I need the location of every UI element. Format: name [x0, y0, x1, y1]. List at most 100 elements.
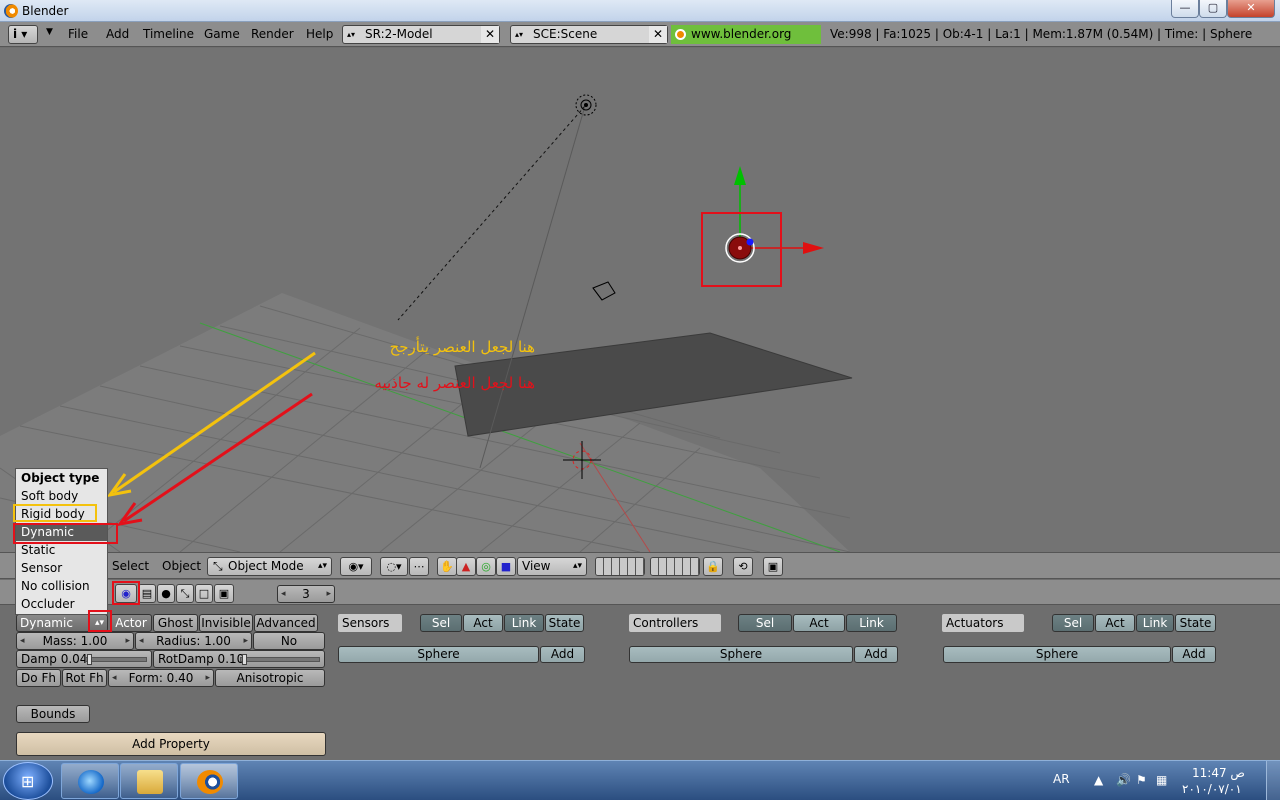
- delete-scene-icon[interactable]: ✕: [649, 26, 667, 43]
- link-button[interactable]: ⟲: [733, 557, 753, 576]
- sensors-state-toggle[interactable]: State: [545, 614, 584, 632]
- translate-button[interactable]: ▲: [456, 557, 476, 576]
- taskbar-explorer[interactable]: [120, 763, 178, 799]
- actor-toggle[interactable]: Actor: [110, 614, 152, 632]
- actuators-object-button[interactable]: Sphere: [943, 646, 1171, 663]
- window-titlebar: Blender — ▢ ✕: [0, 0, 1280, 22]
- network-icon[interactable]: ▦: [1156, 773, 1167, 787]
- rotdamp-slider[interactable]: RotDamp 0.10: [153, 650, 325, 668]
- delete-screen-icon[interactable]: ✕: [481, 26, 499, 43]
- 3d-viewport[interactable]: هنا لجعل العنصر يتأرجح هنا لجعل العنصر ل…: [0, 48, 1280, 552]
- controllers-object-button[interactable]: Sphere: [629, 646, 853, 663]
- frame-field[interactable]: 3: [277, 585, 335, 603]
- sensors-act-toggle[interactable]: Act: [463, 614, 503, 632]
- shading-panel-button[interactable]: ●: [157, 584, 175, 603]
- invisible-toggle[interactable]: Invisible: [199, 614, 253, 632]
- rot-fh-toggle[interactable]: Rot Fh: [62, 669, 107, 687]
- minimize-button[interactable]: —: [1171, 0, 1199, 18]
- collapse-menu-icon[interactable]: ▼: [46, 27, 53, 37]
- radius-field[interactable]: Radius: 1.00: [135, 632, 252, 650]
- blender-icon: [197, 770, 223, 794]
- menu-file[interactable]: File: [68, 27, 88, 41]
- scene-panel-button[interactable]: ▣: [214, 584, 234, 603]
- menu-help[interactable]: Help: [306, 27, 333, 41]
- window-type-selector[interactable]: i ▾: [8, 25, 38, 44]
- actuators-state-toggle[interactable]: State: [1175, 614, 1216, 632]
- script-panel-button[interactable]: ▤: [138, 584, 156, 603]
- screen-field[interactable]: ▴▾ SR:2-Model ✕: [342, 25, 500, 44]
- clock-time[interactable]: 11:47 ص: [1192, 766, 1245, 780]
- controllers-link-toggle[interactable]: Link: [846, 614, 897, 632]
- controllers-sel-toggle[interactable]: Sel: [738, 614, 792, 632]
- info-icon: i ▾: [13, 27, 28, 41]
- object-panel-button[interactable]: ⤡: [176, 584, 194, 603]
- rotate-button[interactable]: ◎: [476, 557, 496, 576]
- sensors-add-button[interactable]: Add: [540, 646, 585, 663]
- add-property-button[interactable]: Add Property: [16, 732, 326, 756]
- pivot-icon: ◌▾: [386, 560, 402, 573]
- camera-object[interactable]: [592, 281, 616, 301]
- scene-stats: Ve:998 | Fa:1025 | Ob:4-1 | La:1 | Mem:1…: [830, 27, 1253, 41]
- manipulator-toggle[interactable]: ✋: [437, 557, 457, 576]
- lamp-dashed-line: [397, 105, 586, 321]
- controllers-act-toggle[interactable]: Act: [793, 614, 845, 632]
- controllers-title: Controllers: [629, 614, 721, 632]
- layer-buttons-right[interactable]: [650, 557, 700, 576]
- draw-type-button[interactable]: ◉▾: [340, 557, 372, 576]
- show-hidden-icons-icon[interactable]: ▲: [1094, 773, 1103, 787]
- sensors-object-button[interactable]: Sphere: [338, 646, 539, 663]
- do-fh-toggle[interactable]: Do Fh: [16, 669, 61, 687]
- no-sleeping-toggle[interactable]: No sleeping: [253, 632, 325, 664]
- editing-panel-button[interactable]: □: [195, 584, 213, 603]
- actuators-add-button[interactable]: Add: [1172, 646, 1216, 663]
- controllers-add-button[interactable]: Add: [854, 646, 898, 663]
- align-button[interactable]: ⋯: [409, 557, 429, 576]
- start-button[interactable]: ⊞: [3, 762, 53, 800]
- maximize-button[interactable]: ▢: [1199, 0, 1227, 18]
- folder-icon: [137, 770, 163, 794]
- language-indicator[interactable]: AR: [1053, 772, 1070, 786]
- ghost-toggle[interactable]: Ghost: [153, 614, 198, 632]
- render-button[interactable]: ▣: [763, 557, 783, 576]
- volume-icon[interactable]: 🔊: [1116, 773, 1131, 787]
- close-button[interactable]: ✕: [1227, 0, 1275, 18]
- mass-field[interactable]: Mass: 1.00: [16, 632, 134, 650]
- internet-explorer-icon: [78, 770, 104, 794]
- form-field[interactable]: Form: 0.40: [108, 669, 214, 687]
- menu-option-soft-body[interactable]: Soft body: [16, 487, 107, 505]
- flag-icon[interactable]: ⚑: [1136, 773, 1147, 787]
- actuators-link-toggle[interactable]: Link: [1136, 614, 1174, 632]
- menu-select[interactable]: Select: [112, 559, 149, 573]
- sensors-sel-toggle[interactable]: Sel: [420, 614, 462, 632]
- bounds-toggle[interactable]: Bounds: [16, 705, 90, 723]
- menu-option-sensor[interactable]: Sensor: [16, 559, 107, 577]
- menu-option-no-collision[interactable]: No collision: [16, 577, 107, 595]
- pivot-button[interactable]: ◌▾: [380, 557, 408, 576]
- advanced-toggle[interactable]: Advanced: [254, 614, 318, 632]
- align-icon: ⋯: [413, 560, 425, 573]
- taskbar-ie[interactable]: [61, 763, 119, 799]
- view-selector[interactable]: View ▴▾: [517, 557, 587, 576]
- axis-icon: ⤡: [180, 587, 190, 600]
- clock-date[interactable]: ٢٠١٠/٠٧/٠١: [1182, 782, 1242, 796]
- menu-render[interactable]: Render: [251, 27, 294, 41]
- menu-object[interactable]: Object: [162, 559, 201, 573]
- actuators-sel-toggle[interactable]: Sel: [1052, 614, 1094, 632]
- rotdamp-slider-knob[interactable]: [242, 654, 247, 665]
- show-desktop-button[interactable]: [1266, 761, 1280, 800]
- taskbar-blender[interactable]: [180, 763, 238, 799]
- scene-field[interactable]: ▴▾ SCE:Scene ✕: [510, 25, 668, 44]
- menu-add[interactable]: Add: [106, 27, 129, 41]
- blender-url-link[interactable]: www.blender.org 249.2: [671, 25, 821, 60]
- layer-buttons-left[interactable]: [595, 557, 645, 576]
- scale-button[interactable]: ■: [496, 557, 516, 576]
- menu-game[interactable]: Game: [204, 27, 240, 41]
- actuators-act-toggle[interactable]: Act: [1095, 614, 1135, 632]
- mode-selector[interactable]: ⤡ Object Mode ▴▾: [207, 557, 332, 576]
- menu-timeline[interactable]: Timeline: [143, 27, 194, 41]
- damp-slider[interactable]: Damp 0.04: [16, 650, 152, 668]
- sensors-link-toggle[interactable]: Link: [504, 614, 544, 632]
- lock-layers-button[interactable]: 🔒: [703, 557, 723, 576]
- damp-slider-knob[interactable]: [87, 654, 92, 665]
- anisotropic-toggle[interactable]: Anisotropic: [215, 669, 325, 687]
